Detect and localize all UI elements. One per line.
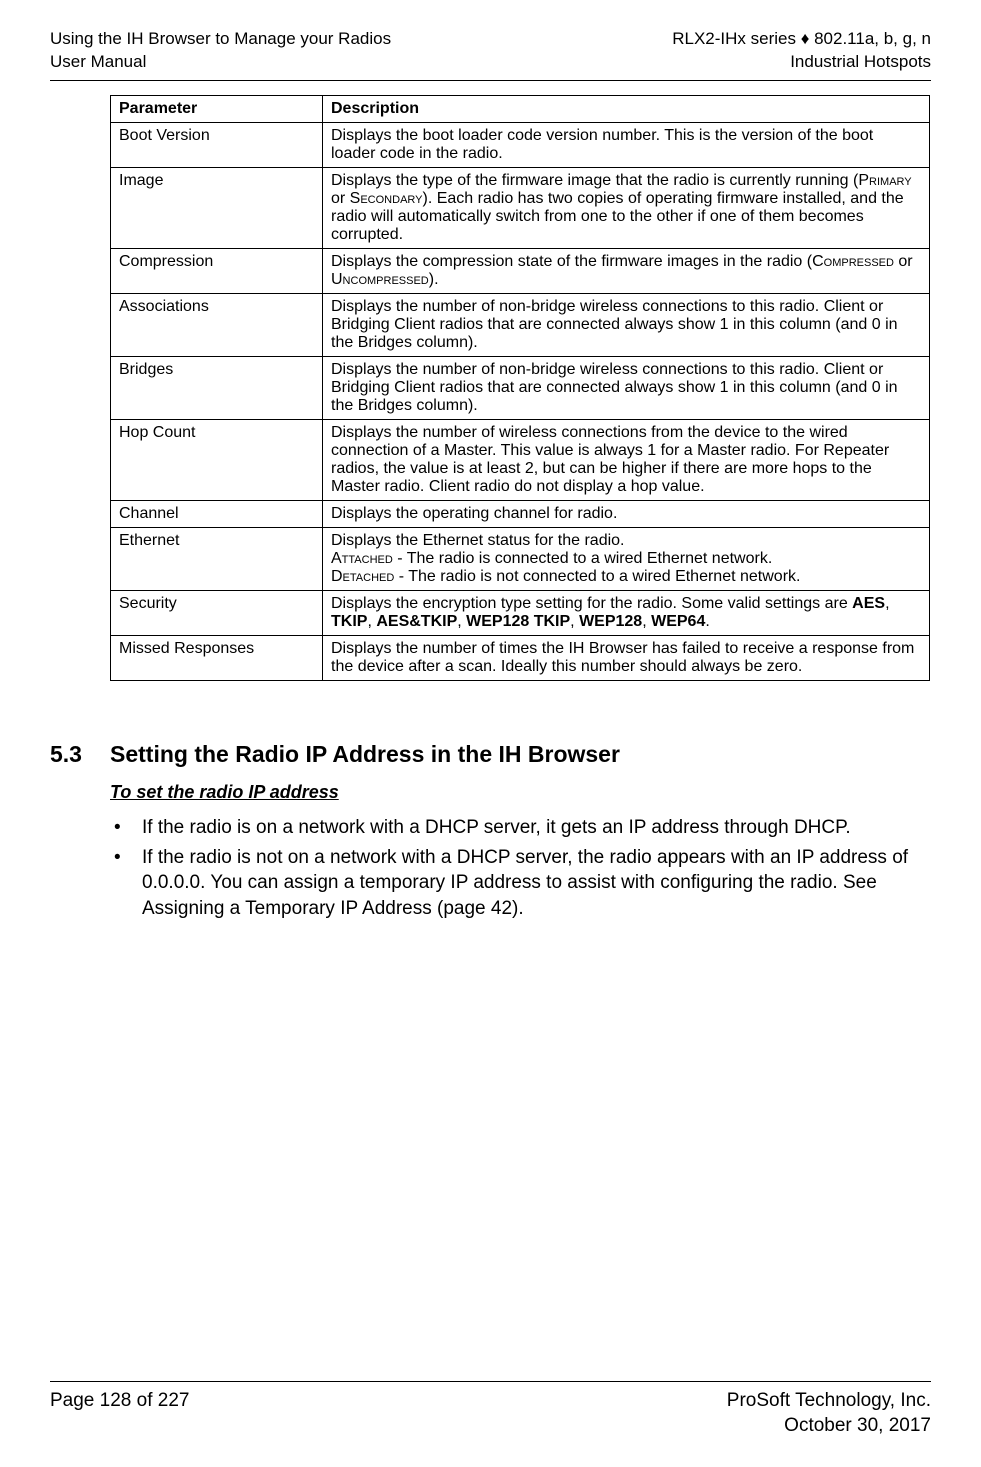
security-option: WEP128 TKIP	[466, 613, 570, 630]
primary-label: Primary	[858, 172, 911, 189]
detached-label: Detached	[331, 568, 394, 585]
table-row: Bridges Displays the number of non-bridg…	[111, 356, 930, 419]
security-option: TKIP	[331, 613, 367, 630]
param-name: Image	[111, 167, 323, 248]
param-desc: Displays the compression state of the fi…	[323, 248, 930, 293]
table-row: Compression Displays the compression sta…	[111, 248, 930, 293]
desc-text: Displays the encryption type setting for…	[331, 595, 852, 612]
desc-text: ).	[429, 271, 439, 288]
secondary-label: Secondary	[350, 190, 423, 207]
header-doc-type: User Manual	[50, 51, 391, 74]
section-number: 5.3	[50, 741, 110, 768]
header-product-series: RLX2-IHx series ♦ 802.11a, b, g, n	[672, 28, 931, 51]
header-right: RLX2-IHx series ♦ 802.11a, b, g, n Indus…	[672, 28, 931, 74]
list-item: If the radio is not on a network with a …	[110, 845, 931, 922]
param-name: Boot Version	[111, 122, 323, 167]
footer-rule	[50, 1381, 931, 1382]
table-row: Image Displays the type of the firmware …	[111, 167, 930, 248]
desc-line: Attached - The radio is connected to a w…	[331, 550, 921, 568]
header-left: Using the IH Browser to Manage your Radi…	[50, 28, 391, 74]
separator: ,	[367, 613, 376, 630]
desc-line: Detached - The radio is not connected to…	[331, 568, 921, 586]
table-row: Channel Displays the operating channel f…	[111, 500, 930, 527]
param-name: Channel	[111, 500, 323, 527]
param-desc: Displays the Ethernet status for the rad…	[323, 527, 930, 590]
compressed-label: Compressed	[812, 253, 894, 270]
desc-text: Displays the compression state of the fi…	[331, 253, 812, 270]
table-row: Associations Displays the number of non-…	[111, 293, 930, 356]
param-desc: Displays the number of times the IH Brow…	[323, 635, 930, 680]
table-row: Missed Responses Displays the number of …	[111, 635, 930, 680]
separator: ,	[570, 613, 579, 630]
table-row: Boot Version Displays the boot loader co…	[111, 122, 930, 167]
param-desc: Displays the type of the firmware image …	[323, 167, 930, 248]
param-name: Ethernet	[111, 527, 323, 590]
attached-label: Attached	[331, 550, 393, 567]
param-desc: Displays the number of wireless connecti…	[323, 419, 930, 500]
footer-company: ProSoft Technology, Inc.	[727, 1388, 931, 1414]
table-row: Security Displays the encryption type se…	[111, 590, 930, 635]
footer-date: October 30, 2017	[727, 1413, 931, 1439]
list-item: If the radio is on a network with a DHCP…	[110, 815, 931, 841]
param-desc: Displays the operating channel for radio…	[323, 500, 930, 527]
desc-text: or	[331, 190, 350, 207]
param-name: Bridges	[111, 356, 323, 419]
security-option: AES	[852, 595, 885, 612]
header-chapter-title: Using the IH Browser to Manage your Radi…	[50, 28, 391, 51]
column-header-parameter: Parameter	[111, 95, 323, 122]
section-heading: 5.3Setting the Radio IP Address in the I…	[50, 741, 931, 768]
separator: .	[705, 613, 709, 630]
desc-text: or	[894, 253, 913, 270]
security-option: WEP128	[579, 613, 642, 630]
table-header-row: Parameter Description	[111, 95, 930, 122]
footer-right: ProSoft Technology, Inc. October 30, 201…	[727, 1388, 931, 1439]
param-desc: Displays the encryption type setting for…	[323, 590, 930, 635]
bullet-list: If the radio is on a network with a DHCP…	[50, 815, 931, 922]
param-name: Compression	[111, 248, 323, 293]
desc-line: Displays the Ethernet status for the rad…	[331, 532, 921, 550]
param-name: Missed Responses	[111, 635, 323, 680]
desc-text: - The radio is not connected to a wired …	[394, 568, 800, 585]
param-desc: Displays the number of non-bridge wirele…	[323, 293, 930, 356]
desc-text: Displays the type of the firmware image …	[331, 172, 858, 189]
page-footer: Page 128 of 227 ProSoft Technology, Inc.…	[50, 1381, 931, 1439]
header-rule	[50, 80, 931, 81]
security-option: AES&TKIP	[376, 613, 457, 630]
table-row: Hop Count Displays the number of wireles…	[111, 419, 930, 500]
param-name: Hop Count	[111, 419, 323, 500]
separator: ,	[642, 613, 651, 630]
table-row: Ethernet Displays the Ethernet status fo…	[111, 527, 930, 590]
separator: ,	[885, 595, 889, 612]
separator: ,	[457, 613, 466, 630]
section-title: Setting the Radio IP Address in the IH B…	[110, 741, 620, 767]
page-header: Using the IH Browser to Manage your Radi…	[50, 28, 931, 74]
section-subheading: To set the radio IP address	[110, 782, 931, 803]
security-option: WEP64	[651, 613, 705, 630]
desc-text: - The radio is connected to a wired Ethe…	[393, 550, 772, 567]
param-desc: Displays the number of non-bridge wirele…	[323, 356, 930, 419]
param-desc: Displays the boot loader code version nu…	[323, 122, 930, 167]
param-name: Associations	[111, 293, 323, 356]
header-product-name: Industrial Hotspots	[672, 51, 931, 74]
footer-page-number: Page 128 of 227	[50, 1388, 189, 1439]
column-header-description: Description	[323, 95, 930, 122]
param-name: Security	[111, 590, 323, 635]
parameter-table: Parameter Description Boot Version Displ…	[110, 95, 930, 681]
uncompressed-label: Uncompressed	[331, 271, 429, 288]
